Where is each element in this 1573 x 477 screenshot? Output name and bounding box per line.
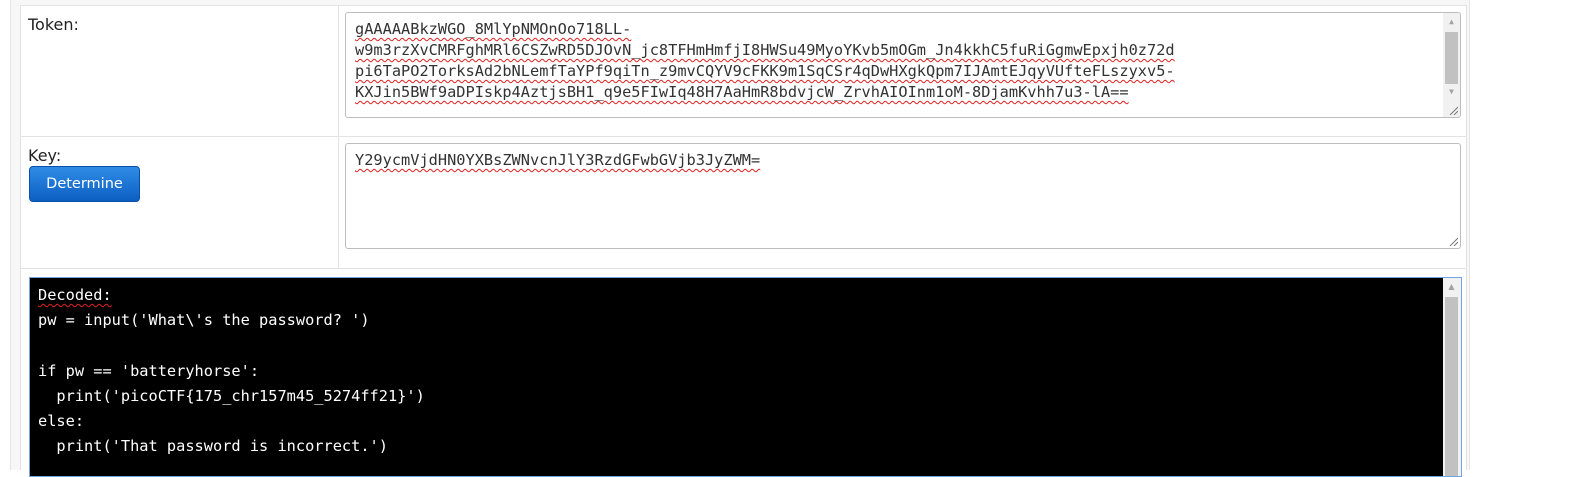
scroll-up-arrow-icon[interactable]: ▲ <box>1443 13 1460 30</box>
decoded-output-text: Decoded: pw = input('What\'s the password… <box>30 278 1461 459</box>
token-scroll-thumb[interactable] <box>1445 32 1458 84</box>
key-label: Key: <box>28 146 62 165</box>
key-textarea[interactable]: Y29ycmVjdHN0YXBsZWNvcnJlY3RzdGFwbGVjb3Jy… <box>345 143 1461 249</box>
token-scrollbar[interactable]: ▲ ▼ <box>1443 13 1460 117</box>
token-line: gAAAAABkzWGO_8MlYpNMOnOo718LL- <box>355 20 632 38</box>
cell-divider <box>338 6 339 136</box>
output-scroll-thumb[interactable] <box>1445 297 1458 476</box>
scroll-up-arrow-icon[interactable]: ▲ <box>1443 278 1460 295</box>
token-row: Token: gAAAAABkzWGO_8MlYpNMOnOo718LL-w9m… <box>20 5 1467 137</box>
output-line: print('That password is incorrect.') <box>38 437 388 456</box>
resize-grip-icon[interactable] <box>1448 236 1458 246</box>
token-line: pi6TaPO2TorksAd2bNLemfTaYPf9qiTn_z9mvCQY… <box>355 62 1175 80</box>
determine-button[interactable]: Determine <box>29 166 140 202</box>
token-line: KXJin5BWf9aDPIskp4AztjsBH1_q9e5FIwIq48H7… <box>355 83 1129 101</box>
output-line: if pw == 'batteryhorse': <box>38 361 260 380</box>
output-line: print('picoCTF{175_chr157m45_5274ff21}') <box>38 386 425 405</box>
key-value: Y29ycmVjdHN0YXBsZWNvcnJlY3RzdGFwbGVjb3Jy… <box>355 151 761 169</box>
output-line: else: <box>38 412 85 431</box>
scroll-down-arrow-icon[interactable]: ▼ <box>1443 83 1460 100</box>
token-label: Token: <box>28 15 79 34</box>
cell-divider <box>338 137 339 268</box>
output-row: Decoded: pw = input('What\'s the password… <box>20 269 1467 477</box>
output-line: Decoded: <box>38 283 1431 308</box>
decoded-output-textarea[interactable]: Decoded: pw = input('What\'s the password… <box>29 277 1462 477</box>
resize-grip-icon[interactable] <box>1448 105 1458 115</box>
key-text: Y29ycmVjdHN0YXBsZWNvcnJlY3RzdGFwbGVjb3Jy… <box>346 144 1460 171</box>
token-line: w9m3rzXvCMRFghMRl6CSZwRD5DJOvN_jc8TFHmHm… <box>355 41 1175 59</box>
output-line-text: Decoded: <box>38 286 112 304</box>
output-scrollbar[interactable]: ▲ <box>1443 278 1461 476</box>
token-text: gAAAAABkzWGO_8MlYpNMOnOo718LL-w9m3rzXvCM… <box>346 13 1460 103</box>
key-row: Key: Determine Y29ycmVjdHN0YXBsZWNvcnJlY… <box>20 137 1467 269</box>
output-line: pw = input('What\'s the password? ') <box>38 311 370 330</box>
token-textarea[interactable]: gAAAAABkzWGO_8MlYpNMOnOo718LL-w9m3rzXvCM… <box>345 12 1461 118</box>
